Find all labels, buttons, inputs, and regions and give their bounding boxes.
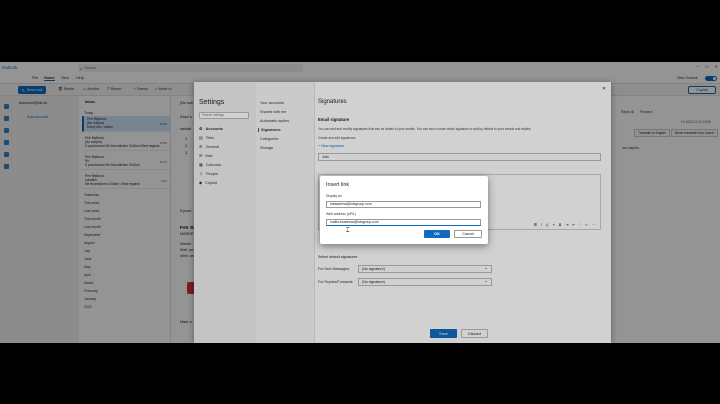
settings-nav-accounts[interactable]: ⚙ Accounts (199, 126, 223, 131)
create-edit-label: Create and edit signatures (318, 136, 356, 140)
signatures-title: Signatures (318, 99, 347, 105)
files-icon: ▤ (199, 135, 203, 140)
text-cursor-icon: ⌶ (346, 228, 350, 234)
for-new-messages-label: For New Messages: (318, 267, 350, 271)
signature-name-input[interactable]: Jofo (318, 153, 601, 161)
insert-link-title: Insert link (326, 182, 350, 188)
settings-nav-label: Mail (205, 153, 213, 158)
settings-nav-label: Accounts (205, 126, 223, 131)
cancel-button[interactable]: Cancel (454, 230, 482, 238)
signature-description: You can add and modify signatures that c… (318, 127, 532, 131)
new-signature-button[interactable]: + New signature (318, 144, 344, 148)
mail-icon: ✉ (199, 153, 203, 158)
settings-nav-files[interactable]: ▤ Files (199, 135, 214, 140)
settings-sub-automatic-replies[interactable]: Automatic replies (260, 119, 289, 123)
for-new-messages-select[interactable]: (No signature) (358, 265, 492, 273)
settings-nav-label: Calendar (205, 162, 222, 167)
default-signatures-heading: Select default signatures (318, 255, 358, 259)
copilot-icon: ◆ (199, 180, 203, 185)
settings-nav-primary: Settings Search settings ⚙ Accounts ▤ File… (194, 82, 256, 343)
people-icon: ☺ (199, 171, 204, 176)
save-button[interactable]: Save (430, 329, 457, 338)
settings-nav-label: Files (205, 135, 214, 140)
gear-icon: ⚙ (199, 144, 203, 149)
settings-search-input[interactable]: Search settings (199, 112, 249, 119)
discard-button[interactable]: Discard (461, 329, 488, 338)
settings-nav-secondary: Your accounts Shared with me Automatic r… (256, 82, 315, 343)
settings-sub-your-accounts[interactable]: Your accounts (260, 101, 284, 105)
settings-nav-people[interactable]: ☺ People (199, 171, 218, 176)
ok-button[interactable]: OK (424, 230, 450, 238)
settings-sub-shared[interactable]: Shared with me (260, 110, 286, 114)
settings-sub-storage[interactable]: Storage (260, 146, 273, 150)
settings-nav-label: Copilot (205, 180, 217, 185)
settings-nav-mail[interactable]: ✉ Mail (199, 153, 212, 158)
settings-sub-signatures[interactable]: Signatures (258, 128, 281, 132)
settings-nav-label: General (205, 144, 220, 149)
settings-nav-general[interactable]: ⚙ General (199, 144, 219, 149)
for-replies-label: For Replies/Forwards: (318, 280, 354, 284)
web-address-label: Web address (URL) (326, 212, 356, 216)
settings-title: Settings (199, 99, 225, 106)
web-address-input[interactable]: mailto:esadresa@lotsgroup.com (326, 219, 481, 226)
close-icon[interactable]: ✕ (602, 86, 606, 92)
settings-nav-calendar[interactable]: ▦ Calendar (199, 162, 221, 167)
calendar-icon: ▦ (199, 162, 203, 167)
email-signature-heading: Email signature (318, 117, 350, 122)
display-as-input[interactable]: nieaadresa@lotsgroup.com (326, 201, 481, 208)
settings-nav-copilot[interactable]: ◆ Copilot (199, 180, 217, 185)
display-as-label: Display as (326, 194, 342, 198)
for-replies-select[interactable]: (No signature) (358, 278, 492, 286)
accounts-icon: ⚙ (199, 126, 203, 131)
settings-sub-categories[interactable]: Categories (260, 137, 278, 141)
settings-nav-label: People (206, 171, 218, 176)
